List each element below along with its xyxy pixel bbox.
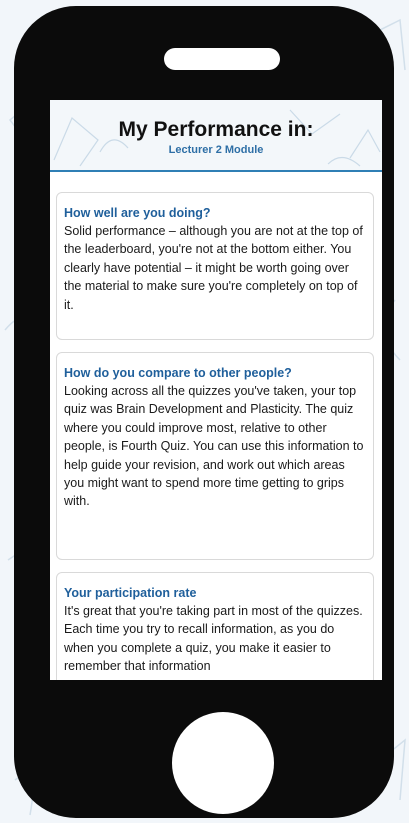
phone-speaker <box>164 48 280 70</box>
card-body: Solid performance – although you are not… <box>64 224 363 312</box>
card-title: How well are you doing? <box>64 206 211 220</box>
comparison-card: How do you compare to other people? Look… <box>56 352 374 560</box>
home-button[interactable] <box>172 712 274 814</box>
page-title: My Performance in: <box>118 118 314 141</box>
performance-card: How well are you doing? Solid performanc… <box>56 192 374 340</box>
card-title: How do you compare to other people? <box>64 366 292 380</box>
card-body: Looking across all the quizzes you've ta… <box>64 384 364 509</box>
card-body: It's great that you're taking part in mo… <box>64 604 363 674</box>
page-header: My Performance in: Lecturer 2 Module <box>50 100 382 172</box>
module-name: Lecturer 2 Module <box>168 144 264 156</box>
participation-card: Your participation rate It's great that … <box>56 572 374 680</box>
app-screen: My Performance in: Lecturer 2 Module How… <box>50 100 382 680</box>
card-title: Your participation rate <box>64 586 197 600</box>
